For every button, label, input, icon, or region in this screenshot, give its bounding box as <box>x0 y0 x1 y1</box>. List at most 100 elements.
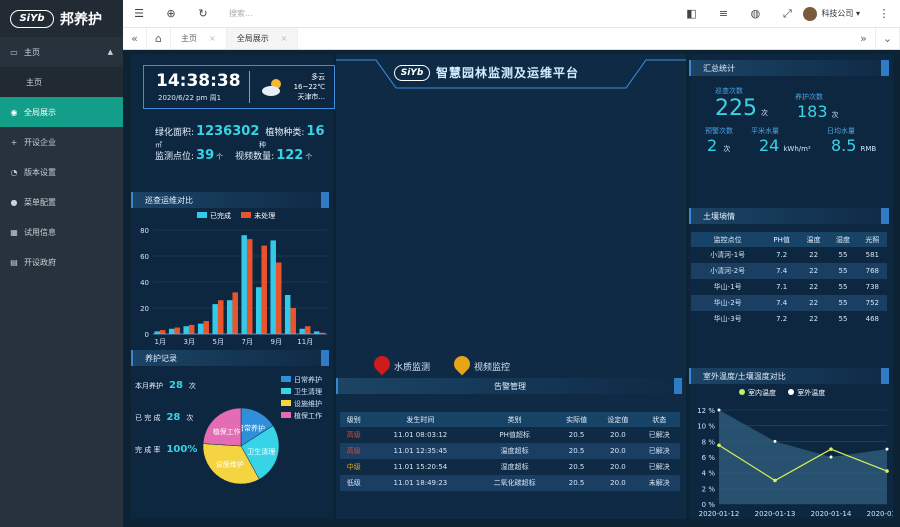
x-tick-label: 2020-01-12 <box>699 510 740 518</box>
bar-todo <box>159 330 166 334</box>
table-cell: 7.2 <box>776 251 788 259</box>
clock-icon: ◔ <box>10 167 18 177</box>
app-logo[interactable]: SiYb 邦养护 <box>0 0 123 37</box>
tab-home[interactable]: 主页 × <box>171 28 227 49</box>
patrol-count: 225 次 <box>715 96 768 121</box>
legend-dot-icon <box>788 389 795 395</box>
sidebar-item-version[interactable]: ◔ 版本设置 <box>0 157 123 187</box>
alarm-title: 告警管理 <box>336 378 682 394</box>
green-area-stat: 绿化面积: 1236302 植物种类: 16 <box>155 124 325 139</box>
weather-desc: 多云 <box>311 73 326 81</box>
user-menu[interactable]: 科技公司 ▾ <box>821 8 860 19</box>
sidebar-item-home[interactable]: ▭ 主页 ▲ <box>0 37 123 67</box>
grid-icon: ▦ <box>10 227 18 237</box>
sidebar-item-open-gov[interactable]: ▤ 开设政府 <box>0 247 123 277</box>
water-monitor-link[interactable]: 水质监测 <box>394 360 430 373</box>
sidebar-item-open-enterprise[interactable]: + 开设企业 <box>0 127 123 157</box>
table-cell: 55 <box>838 283 848 291</box>
alarm-row[interactable]: 低级 11.01 18:49:23 二氧化碳超标 20.5 20.0 未解决 <box>340 475 680 491</box>
logo-text: 邦养护 <box>60 11 102 28</box>
palette-icon[interactable]: ◍ <box>739 7 771 20</box>
sidebar-item-trial[interactable]: ▦ 试用信息 <box>0 217 123 247</box>
soil-row[interactable]: 华山-3号 7.2 22 55 468 <box>691 311 887 327</box>
tab-overview[interactable]: 全局展示 × <box>226 28 299 49</box>
bar-todo <box>188 324 195 334</box>
search-input[interactable]: 搜索... <box>229 8 409 19</box>
point-outdoor <box>717 408 721 412</box>
notification-icon[interactable]: ◧ <box>675 7 707 20</box>
circle-icon: ● <box>10 197 18 207</box>
table-cell: 7.4 <box>764 263 799 279</box>
bar-todo <box>275 262 282 334</box>
x-tick-label: 5月 <box>213 338 224 346</box>
bar-todo <box>261 245 267 334</box>
alarm-row[interactable]: 高级 11.01 12:35:45 温度超标 20.5 20.0 已解决 <box>340 443 680 459</box>
table-cell: 20.5 <box>568 463 585 471</box>
avatar[interactable] <box>803 6 818 21</box>
bar-done <box>299 328 305 334</box>
circle-icon: ◉ <box>10 107 18 117</box>
menu-toggle-icon[interactable]: ☰ <box>123 7 155 20</box>
tab-scroll-left-icon[interactable]: « <box>123 28 147 49</box>
daily-water: 8.5 RMB <box>831 136 877 155</box>
bar-done <box>255 287 262 334</box>
center-column: SiYb 智慧园林监测及运维平台 水质监测 视频监控 告警管理 级别 发生时间 类别… <box>336 54 686 519</box>
summary-title: 汇总统计 <box>689 60 889 76</box>
maint-legend: 日常养护 卫生清理 设施维护 植保工作 <box>281 374 322 422</box>
video-pin-icon[interactable] <box>450 352 474 376</box>
fullscreen-icon[interactable]: ⤢ <box>771 7 803 21</box>
more-icon[interactable]: ⋮ <box>868 7 900 20</box>
table-cell: 22 <box>798 295 829 311</box>
y-tick-label: 80 <box>140 227 149 235</box>
patrol-title: 巡查运维对比 <box>131 192 329 208</box>
chevron-down-icon[interactable]: ⌄ <box>876 28 900 49</box>
video-monitor-link[interactable]: 视频监控 <box>474 360 510 373</box>
globe-icon[interactable]: ⊕ <box>155 7 187 20</box>
area-outdoor <box>719 410 887 504</box>
table-cell: 55 <box>828 263 858 279</box>
bar-todo <box>290 308 296 334</box>
soil-row[interactable]: 小清河-2号 7.4 22 55 768 <box>691 263 887 279</box>
bar-todo <box>217 300 224 334</box>
soil-row[interactable]: 华山-1号 7.1 22 55 738 <box>691 279 887 295</box>
table-cell: 华山-1号 <box>713 283 742 291</box>
point-outdoor <box>773 439 777 443</box>
bar-done <box>197 323 204 334</box>
sidebar-item-overview[interactable]: ◉ 全局展示 <box>0 97 123 127</box>
table-cell: 已解决 <box>648 463 670 471</box>
column-header: PH值 <box>764 232 799 247</box>
sidebar-subitem-home[interactable]: 主页 <box>0 67 123 97</box>
column-header: 级别 <box>340 412 368 427</box>
water-pin-icon[interactable] <box>370 352 394 376</box>
maint-count: 183 次 <box>797 102 839 121</box>
column-header: 状态 <box>638 412 680 427</box>
x-tick-label: 2020-01-14 <box>811 510 852 518</box>
list-icon[interactable]: ≡ <box>707 7 739 20</box>
point-indoor <box>829 447 833 451</box>
platform-header: SiYb 智慧园林监测及运维平台 <box>394 64 579 81</box>
temp-area-chart: 0 % 2 % 4 % 6 % 8 % 10 % 12 % 2020-01-12 2020-01… <box>697 407 893 518</box>
table-cell: 20.5 <box>555 475 598 491</box>
soil-row[interactable]: 小清河-1号 7.2 22 55 581 <box>691 247 887 263</box>
table-cell: 55 <box>828 295 858 311</box>
close-icon[interactable]: × <box>281 34 288 43</box>
platform-title: 智慧园林监测及运维平台 <box>436 66 580 80</box>
table-cell: 已解决 <box>638 443 680 459</box>
tab-scroll-right-icon[interactable]: » <box>852 28 876 49</box>
table-cell: 20.0 <box>597 475 639 491</box>
pie-label: 卫生清理 <box>247 447 275 456</box>
column-header: 发生时间 <box>367 412 474 427</box>
close-icon[interactable]: × <box>209 34 216 43</box>
alarm-row[interactable]: 中级 11.01 15:20:54 湿度超标 20.5 20.0 已解决 <box>340 459 680 475</box>
table-cell: 22 <box>809 251 819 259</box>
column-header: 实际值 <box>555 412 598 427</box>
sidebar-item-menu-config[interactable]: ● 菜单配置 <box>0 187 123 217</box>
refresh-icon[interactable]: ↻ <box>187 7 219 20</box>
point-indoor <box>885 469 889 473</box>
bar-done <box>183 326 189 334</box>
soil-row[interactable]: 华山-2号 7.4 22 55 752 <box>691 295 887 311</box>
y-tick-label: 6 % <box>702 454 716 462</box>
bar-todo <box>304 326 311 334</box>
home-icon[interactable]: ⌂ <box>147 28 171 49</box>
alarm-row[interactable]: 高级 11.01 08:03:12 PH值超标 20.5 20.0 已解决 <box>340 427 680 443</box>
